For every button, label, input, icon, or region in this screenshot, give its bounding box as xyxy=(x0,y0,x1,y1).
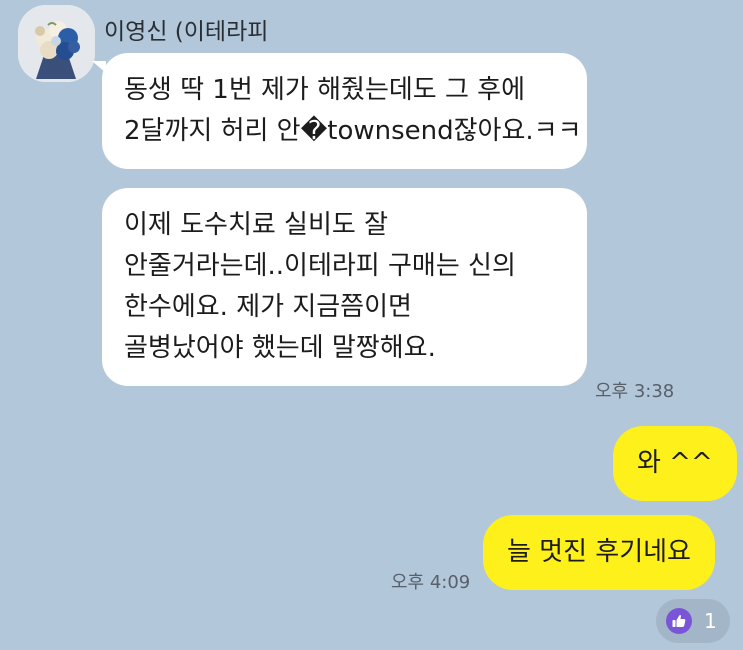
sender-name: 이영신 (이테라피 xyxy=(104,19,269,45)
message-text: 늘 멋진 후기네요 xyxy=(507,537,691,567)
message-line: 동생 딱 1번 제가 해줬는데도 그 후에 xyxy=(124,75,526,105)
outgoing-message-bubble[interactable]: 와 ^^ xyxy=(613,426,737,501)
message-line: 골병났어야 했는데 말짱해요. xyxy=(124,333,436,363)
message-line: 한수에요. 제가 지금쯤이면 xyxy=(124,292,412,322)
flower-bouquet-image xyxy=(18,5,95,82)
incoming-message-bubble[interactable]: 동생 딱 1번 제가 해줬는데도 그 후에 2달까지 허리 안�townsend… xyxy=(92,53,587,169)
message-timestamp: 오후 3:38 xyxy=(595,381,675,402)
bubble-tail xyxy=(92,61,106,73)
sender-avatar[interactable] xyxy=(18,5,95,82)
message-text: 와 ^^ xyxy=(637,448,713,478)
outgoing-message-bubble[interactable]: 늘 멋진 후기네요 xyxy=(483,515,715,590)
incoming-message-bubble[interactable]: 이제 도수치료 실비도 잘 안줄거라는데..이테라피 구매는 신의 한수에요. … xyxy=(102,188,587,386)
reaction-badge[interactable]: 1 xyxy=(656,599,730,643)
message-line: 이제 도수치료 실비도 잘 xyxy=(124,210,388,240)
message-timestamp: 오후 4:09 xyxy=(391,572,471,593)
message-line: 2달까지 허리 안�townsend잖아요.ㅋㅋ xyxy=(124,116,582,146)
message-line: 안줄거라는데..이테라피 구매는 신의 xyxy=(124,251,516,281)
thumbs-up-icon xyxy=(666,608,692,634)
reaction-count: 1 xyxy=(704,609,717,633)
